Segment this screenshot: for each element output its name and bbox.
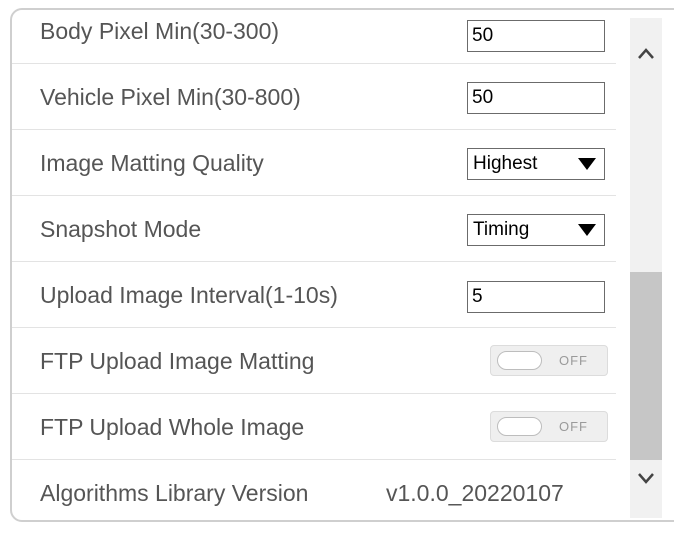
row-ftp-upload-image-matting: FTP Upload Image Matting OFF: [12, 328, 616, 394]
algorithms-library-version-value: v1.0.0_20220107: [386, 480, 564, 506]
dropdown-arrow-icon: [578, 224, 596, 236]
upload-image-interval-label: Upload Image Interval(1-10s): [40, 282, 338, 308]
chevron-up-icon: [638, 48, 654, 59]
settings-panel: Body Pixel Min(30-300) Vehicle Pixel Min…: [10, 8, 674, 522]
upload-image-interval-input[interactable]: [467, 281, 605, 313]
row-image-matting-quality: Image Matting Quality Highest: [12, 130, 616, 196]
toggle-knob: [497, 351, 542, 370]
chevron-down-icon: [638, 473, 654, 484]
scroll-down-button[interactable]: [630, 460, 662, 500]
image-matting-quality-label: Image Matting Quality: [40, 150, 264, 176]
snapshot-mode-label: Snapshot Mode: [40, 216, 202, 242]
row-snapshot-mode: Snapshot Mode Timing: [12, 196, 616, 262]
scroll-up-button[interactable]: [630, 32, 662, 72]
row-algorithms-library-version: Algorithms Library Version v1.0.0_202201…: [12, 460, 616, 520]
snapshot-mode-value: Timing: [473, 219, 530, 240]
body-pixel-min-input[interactable]: [467, 20, 605, 52]
toggle-knob: [497, 417, 542, 436]
vertical-scrollbar[interactable]: [630, 18, 662, 518]
vehicle-pixel-min-label: Vehicle Pixel Min(30-800): [40, 84, 301, 110]
algorithms-library-version-label: Algorithms Library Version: [40, 480, 309, 506]
scrollbar-thumb[interactable]: [630, 272, 662, 460]
row-ftp-upload-whole-image: FTP Upload Whole Image OFF: [12, 394, 616, 460]
ftp-upload-image-matting-label: FTP Upload Image Matting: [40, 348, 315, 374]
ftp-upload-whole-image-toggle[interactable]: OFF: [490, 411, 608, 442]
snapshot-mode-select[interactable]: Timing: [467, 214, 605, 246]
ftp-upload-image-matting-toggle[interactable]: OFF: [490, 345, 608, 376]
row-vehicle-pixel-min: Vehicle Pixel Min(30-800): [12, 64, 616, 130]
toggle-state-text: OFF: [559, 419, 588, 434]
ftp-upload-whole-image-label: FTP Upload Whole Image: [40, 414, 305, 440]
image-matting-quality-select[interactable]: Highest: [467, 148, 605, 180]
dropdown-arrow-icon: [578, 158, 596, 170]
toggle-state-text: OFF: [559, 353, 588, 368]
vehicle-pixel-min-input[interactable]: [467, 82, 605, 114]
row-upload-image-interval: Upload Image Interval(1-10s): [12, 262, 616, 328]
body-pixel-min-label: Body Pixel Min(30-300): [40, 18, 280, 44]
row-body-pixel-min: Body Pixel Min(30-300): [12, 10, 616, 64]
image-matting-quality-value: Highest: [473, 153, 538, 174]
